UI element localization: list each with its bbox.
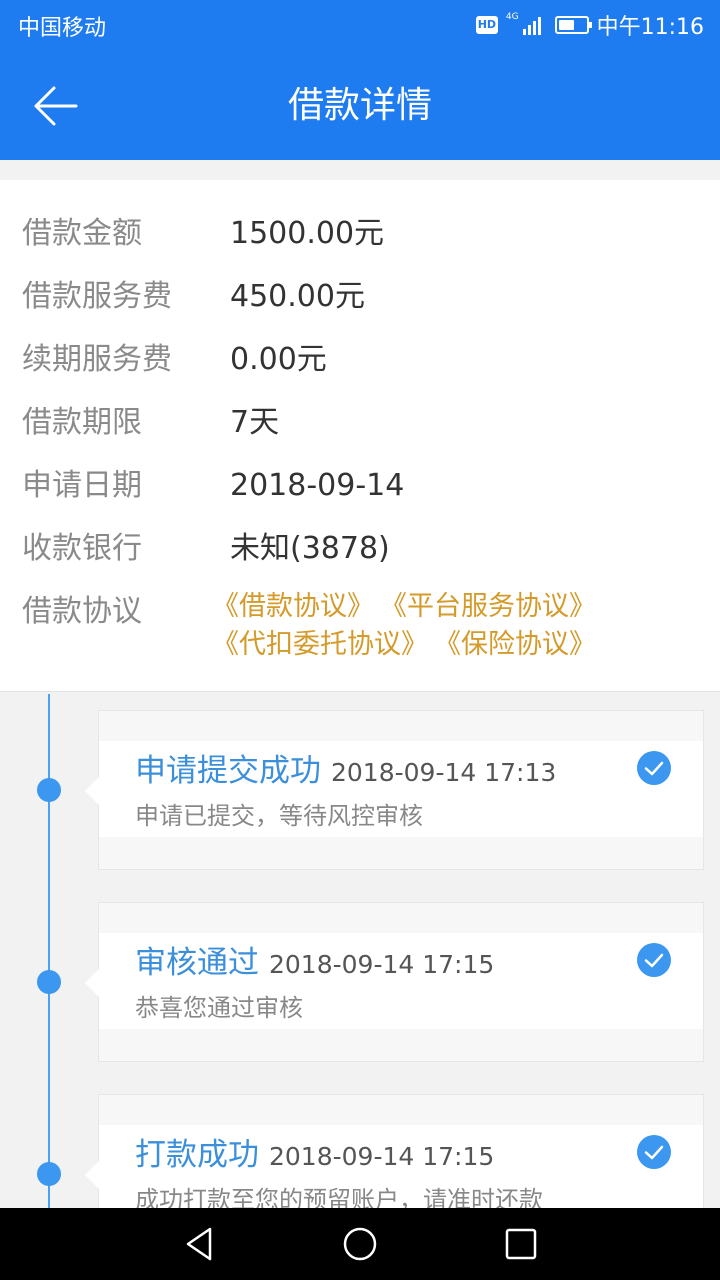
detail-value: 0.00元 (230, 342, 327, 377)
detail-value: 1500.00元 (230, 216, 385, 251)
detail-label: 借款协议 (22, 594, 142, 629)
detail-row-term: 借款期限 7天 (0, 397, 720, 449)
nav-home-button[interactable] (340, 1226, 380, 1262)
link-insurance-agreement[interactable]: 《保险协议》 (434, 626, 596, 664)
link-platform-service-agreement[interactable]: 《平台服务协议》 (380, 588, 596, 626)
agreement-links: 《借款协议》 《平台服务协议》 《代扣委托协议》 《保险协议》 (212, 588, 712, 664)
timeline-time: 2018-09-14 17:13 (331, 758, 557, 787)
loan-details-panel: 借款金额 1500.00元 借款服务费 450.00元 续期服务费 0.00元 … (0, 180, 720, 692)
detail-value: 450.00元 (230, 279, 365, 314)
detail-row-apply-date: 申请日期 2018-09-14 (0, 460, 720, 512)
timeline-title: 打款成功 2018-09-14 17:15 (135, 1137, 495, 1173)
link-debit-authorization-agreement[interactable]: 《代扣委托协议》 (212, 626, 428, 664)
timeline-card-submitted: 申请提交成功 2018-09-14 17:13 申请已提交，等待风控审核 (85, 710, 704, 870)
card-pointer (85, 969, 99, 997)
detail-row-service-fee: 借款服务费 450.00元 (0, 271, 720, 323)
timeline-dot (37, 970, 61, 994)
timeline-title: 审核通过 2018-09-14 17:15 (135, 945, 495, 981)
detail-value: 7天 (230, 405, 280, 440)
nav-back-button[interactable] (180, 1226, 220, 1262)
card-pointer (85, 777, 99, 805)
timeline-desc: 申请已提交，等待风控审核 (135, 802, 423, 830)
check-circle-icon (637, 1135, 671, 1169)
detail-label: 收款银行 (22, 531, 142, 566)
timeline-line (48, 694, 50, 1210)
carrier-name: 中国移动 (18, 16, 107, 41)
back-triangle-icon (186, 1227, 212, 1261)
timeline-card-approved: 审核通过 2018-09-14 17:15 恭喜您通过审核 (85, 902, 704, 1062)
page-title: 借款详情 (287, 85, 432, 126)
recents-square-icon (505, 1228, 537, 1260)
app-header: 中国移动 HD 4G 中午11:16 借款详情 (0, 0, 720, 160)
detail-label: 借款服务费 (22, 279, 172, 314)
detail-value: 未知(3878) (230, 531, 390, 566)
signal-icon (522, 15, 541, 35)
status-bar: 中国移动 HD 4G 中午11:16 (0, 0, 720, 50)
battery-icon (554, 16, 592, 34)
detail-label: 借款金额 (22, 216, 142, 251)
timeline-dot (37, 778, 61, 802)
home-circle-icon (343, 1227, 377, 1261)
detail-label: 续期服务费 (22, 342, 172, 377)
timeline-title: 申请提交成功 2018-09-14 17:13 (135, 753, 557, 789)
timeline-desc: 恭喜您通过审核 (135, 994, 303, 1022)
card-pointer (85, 1161, 99, 1189)
clock: 中午11:16 (596, 15, 704, 40)
timeline-dot (37, 1162, 61, 1186)
system-navigation-bar (0, 1208, 720, 1280)
detail-row-renewal-fee: 续期服务费 0.00元 (0, 334, 720, 386)
network-type: 4G (505, 12, 519, 22)
detail-label: 申请日期 (22, 468, 142, 503)
status-icons: HD 4G 中午11:16 (475, 10, 704, 40)
detail-row-amount: 借款金额 1500.00元 (0, 208, 720, 260)
check-circle-icon (637, 943, 671, 977)
detail-value: 2018-09-14 (230, 468, 405, 503)
link-loan-agreement[interactable]: 《借款协议》 (212, 588, 374, 626)
timeline-time: 2018-09-14 17:15 (269, 950, 495, 979)
check-circle-icon (637, 751, 671, 785)
detail-label: 借款期限 (22, 405, 142, 440)
timeline-time: 2018-09-14 17:15 (269, 1142, 495, 1171)
nav-recents-button[interactable] (500, 1226, 540, 1262)
detail-row-bank: 收款银行 未知(3878) (0, 523, 720, 575)
hd-icon: HD (475, 16, 498, 34)
